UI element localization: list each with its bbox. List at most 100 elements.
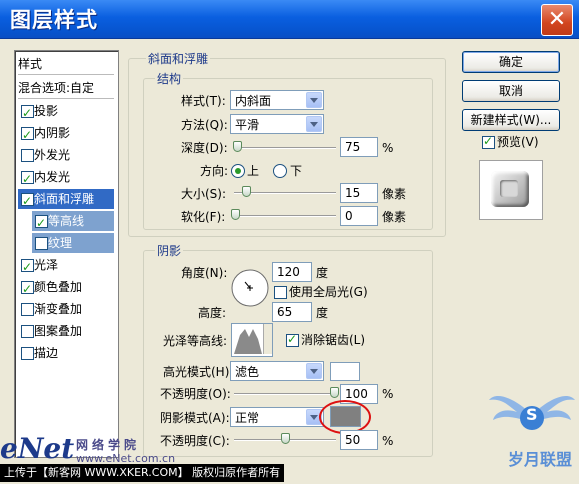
style-item-checkbox[interactable]: [21, 191, 34, 211]
style-item-label: 描边: [34, 346, 59, 360]
style-item-checkbox[interactable]: [35, 237, 48, 250]
style-label: 样式(T):: [181, 94, 226, 108]
global-light-label: 使用全局光(G): [289, 285, 368, 299]
chevron-down-icon[interactable]: [263, 324, 272, 354]
structure-title: 结构: [155, 70, 184, 87]
angle-input[interactable]: 120: [272, 262, 312, 282]
style-select[interactable]: 内斜面: [230, 90, 324, 110]
blending-options-item[interactable]: 混合选项:自定: [18, 78, 114, 99]
highlight-mode-select[interactable]: 滤色: [230, 361, 324, 381]
style-item-checkbox[interactable]: [21, 303, 34, 316]
brand-s-mark: S: [526, 405, 538, 424]
style-item-checkbox[interactable]: [21, 279, 34, 299]
enet-school-text: 网络学院: [76, 438, 141, 452]
preview-thumbnail: [491, 171, 529, 207]
chevron-down-icon: [306, 92, 322, 108]
style-item[interactable]: 光泽: [18, 255, 114, 277]
window-title: 图层样式: [10, 8, 98, 32]
shadow-mode-label: 阴影模式(A):: [160, 411, 230, 425]
soften-slider[interactable]: [231, 209, 336, 220]
size-label: 大小(S):: [181, 187, 227, 201]
slider-thumb[interactable]: [231, 209, 241, 220]
upload-footer: 上传于【新客网 WWW.XKER.COM】 版权归原作者所有: [0, 464, 284, 482]
style-item[interactable]: 颜色叠加: [18, 277, 114, 299]
shadow-opacity-unit: %: [382, 434, 394, 448]
ok-button[interactable]: 确定: [462, 51, 560, 73]
depth-input[interactable]: 75: [340, 137, 378, 157]
shadow-opacity-input[interactable]: 50: [340, 430, 378, 450]
angle-dial[interactable]: [230, 268, 270, 308]
size-input[interactable]: 15: [340, 183, 378, 203]
brand-name: 岁月联盟: [508, 450, 573, 469]
style-item-checkbox[interactable]: [21, 149, 34, 162]
soften-input[interactable]: 0: [340, 206, 378, 226]
shadow-opacity-slider[interactable]: [234, 433, 336, 444]
direction-label: 方向:: [200, 164, 229, 178]
cancel-button[interactable]: 取消: [462, 80, 560, 102]
title-bar[interactable]: 图层样式 ✕: [0, 0, 579, 39]
style-item[interactable]: 渐变叠加: [18, 299, 114, 319]
antialias-checkbox[interactable]: [286, 332, 299, 347]
style-item-label: 图案叠加: [34, 324, 83, 338]
shadow-opacity-label: 不透明度(C):: [160, 434, 230, 448]
slider-thumb[interactable]: [329, 387, 339, 398]
style-item-checkbox[interactable]: [21, 325, 34, 338]
gloss-contour-picker[interactable]: [231, 323, 273, 357]
style-item-label: 内发光: [34, 170, 71, 184]
shadow-mode-select[interactable]: 正常: [230, 407, 324, 427]
style-item-checkbox[interactable]: [21, 169, 34, 189]
style-item[interactable]: 投影: [18, 101, 114, 123]
direction-down-radio[interactable]: [273, 164, 287, 178]
altitude-input[interactable]: 65: [272, 302, 312, 322]
style-item[interactable]: 纹理: [32, 233, 114, 253]
style-item[interactable]: 图案叠加: [18, 321, 114, 341]
direction-up-radio[interactable]: [231, 164, 245, 178]
new-style-button[interactable]: 新建样式(W)...: [462, 109, 560, 131]
slider-thumb[interactable]: [281, 433, 290, 444]
close-button[interactable]: ✕: [541, 4, 573, 36]
style-item[interactable]: 内阴影: [18, 123, 114, 145]
layer-style-dialog: 图层样式 ✕ 样式 混合选项:自定 投影内阴影外发光内发光斜面和浮雕等高线纹理光…: [0, 0, 579, 484]
style-item-label: 斜面和浮雕: [34, 192, 95, 206]
style-item-label: 光泽: [34, 258, 59, 272]
technique-label: 方法(Q):: [181, 118, 228, 132]
style-item[interactable]: 斜面和浮雕: [18, 189, 114, 211]
depth-slider[interactable]: [233, 141, 336, 152]
gloss-contour-label: 光泽等高线:: [163, 334, 228, 348]
style-item[interactable]: 外发光: [18, 145, 114, 165]
style-item-label: 等高线: [48, 214, 85, 228]
altitude-label: 高度:: [198, 306, 227, 320]
enet-logo: eNet: [0, 432, 75, 465]
style-item-label: 外发光: [34, 148, 71, 162]
annotation-circle: [319, 400, 371, 434]
style-item-checkbox[interactable]: [21, 347, 34, 360]
slider-thumb[interactable]: [242, 186, 252, 197]
style-item-checkbox[interactable]: [21, 125, 34, 145]
style-item[interactable]: 描边: [18, 343, 114, 363]
soften-label: 软化(F):: [181, 210, 226, 224]
direction-up-label: 上: [247, 164, 260, 178]
chevron-down-icon: [306, 116, 322, 132]
depth-label: 深度(D):: [181, 141, 228, 155]
shading-title: 阴影: [155, 242, 184, 259]
highlight-color-swatch[interactable]: [330, 362, 360, 381]
size-unit: 像素: [382, 187, 407, 201]
style-item-checkbox[interactable]: [21, 103, 34, 123]
style-item-checkbox[interactable]: [35, 213, 48, 233]
chevron-down-icon: [306, 363, 322, 379]
global-light-checkbox[interactable]: [274, 286, 287, 299]
style-item[interactable]: 等高线: [32, 211, 114, 233]
style-item-checkbox[interactable]: [21, 257, 34, 277]
size-slider[interactable]: [234, 186, 336, 197]
preview-checkbox[interactable]: [482, 134, 495, 149]
style-item-label: 渐变叠加: [34, 302, 83, 316]
style-preview-box: [479, 160, 543, 220]
style-item[interactable]: 内发光: [18, 167, 114, 189]
direction-down-label: 下: [290, 164, 303, 178]
technique-select[interactable]: 平滑: [230, 114, 324, 134]
slider-thumb[interactable]: [233, 141, 243, 152]
angle-label: 角度(N):: [181, 266, 228, 280]
highlight-opacity-slider[interactable]: [234, 387, 339, 398]
styles-header[interactable]: 样式: [18, 54, 114, 75]
angle-unit: 度: [316, 266, 329, 280]
